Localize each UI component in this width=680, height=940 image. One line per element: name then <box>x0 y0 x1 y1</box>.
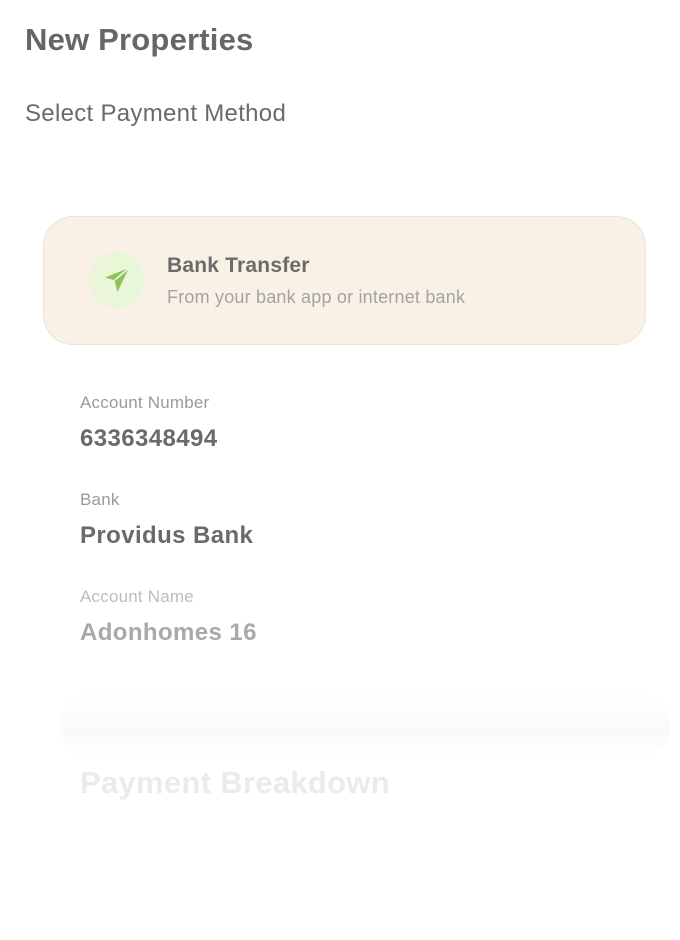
payment-breakdown-heading: Payment Breakdown <box>80 765 391 800</box>
account-number-label: Account Number <box>80 393 210 412</box>
page-title: New Properties <box>25 22 254 57</box>
bank-transfer-option[interactable]: Bank Transfer From your bank app or inte… <box>43 216 646 345</box>
bank-label: Bank <box>80 490 120 509</box>
account-name-label: Account Name <box>80 587 194 606</box>
select-payment-method-heading: Select Payment Method <box>25 100 287 127</box>
faded-divider <box>60 690 670 760</box>
payment-screen: New Properties Select Payment Method Ban… <box>0 0 680 940</box>
method-description: From your bank app or internet bank <box>167 287 466 307</box>
method-name: Bank Transfer <box>167 254 310 277</box>
account-number-field: Account Number 6336348494 <box>80 392 640 489</box>
paper-plane-icon <box>104 267 130 293</box>
account-name-field: Account Name Adonhomes 16 <box>80 586 640 683</box>
account-details: Account Number 6336348494 Bank Providus … <box>80 392 640 683</box>
bank-value: Providus Bank <box>80 522 254 549</box>
account-number-value[interactable]: 6336348494 <box>80 424 640 454</box>
send-icon <box>89 252 145 308</box>
account-name-value: Adonhomes 16 <box>80 619 257 646</box>
bank-field: Bank Providus Bank <box>80 489 640 586</box>
